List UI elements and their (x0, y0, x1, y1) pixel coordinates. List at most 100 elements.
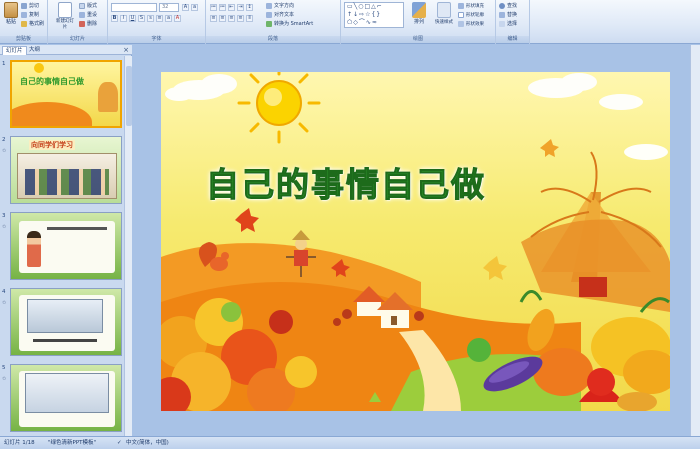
slide-thumbnail-3[interactable]: 3 ✩ (0, 212, 124, 284)
copy-button[interactable]: 复制 (21, 11, 39, 19)
font-size-box[interactable]: 32 (159, 3, 179, 12)
quick-styles-button[interactable]: 快速样式 (431, 2, 457, 26)
replace-icon (499, 11, 505, 18)
thumbnail-girl (27, 231, 41, 267)
slide-number: 1 (2, 61, 6, 67)
smartart-button[interactable]: 转换为 SmartArt (266, 20, 313, 28)
decrease-indent-icon[interactable]: ⇤ (228, 4, 235, 11)
slide-thumbnail-5[interactable]: 5 ✩ (0, 364, 124, 436)
shrink-font-icon[interactable]: a (191, 4, 198, 11)
thumbnail-scrollbar[interactable] (124, 56, 132, 436)
replace-button[interactable]: 替换 (499, 11, 517, 19)
thumbnail-image: 向同学们学习 (10, 136, 122, 204)
slide-title[interactable]: 自己的事情自己做 (201, 158, 491, 206)
clipboard-group: 粘贴 剪切 复制 格式刷 剪贴板 (0, 0, 48, 44)
underline-icon[interactable]: U (129, 15, 136, 22)
italic-icon[interactable]: I (120, 15, 127, 22)
tab-slides[interactable]: 幻灯片 (2, 46, 27, 55)
char-spacing-icon[interactable]: ≡ (156, 15, 163, 22)
scrollbar-thumb[interactable] (126, 66, 132, 126)
editing-label: 编辑 (496, 36, 529, 43)
slide-number: 5 (2, 365, 6, 371)
scissors-icon (21, 2, 27, 9)
align-left-icon[interactable]: ≡ (210, 15, 217, 22)
arrange-button[interactable]: 排列 (409, 2, 429, 25)
thumbnail-people (25, 169, 109, 195)
current-slide[interactable]: 自己的事情自己做 (161, 72, 670, 411)
columns-icon[interactable]: ⫴ (246, 15, 253, 22)
thumbnail-picture (27, 299, 103, 333)
align-text-icon (266, 11, 272, 18)
layout-button[interactable]: 版式 (79, 2, 97, 10)
effects-icon (458, 20, 464, 27)
select-button[interactable]: 选择 (499, 20, 517, 28)
copy-icon (21, 11, 27, 18)
fill-icon (458, 2, 464, 9)
thumbnail-picture (25, 373, 109, 413)
tab-outline[interactable]: 大纲 (26, 46, 43, 55)
font-family-box[interactable] (111, 3, 157, 12)
thumbnail-image: 自己的事情自己做 (10, 60, 122, 128)
drawing-group: ▭╲○□△⌐ ↑↓⇨☆{} ⬠◇⌒∿≈ 排列 快速样式 形状填充 形状轮廓 形状效果… (341, 0, 496, 44)
animation-star-icon: ✩ (2, 376, 7, 382)
font-color-icon[interactable]: A (174, 15, 181, 22)
outline-icon (458, 11, 464, 18)
thumbnail-text (33, 339, 97, 342)
thumbnail-title: 向同学们学习 (29, 140, 75, 150)
bold-icon[interactable]: B (111, 15, 118, 22)
text-direction-button[interactable]: 文字方向 (266, 2, 294, 10)
slide-counter: 幻灯片 1/18 (4, 440, 35, 446)
editor-scrollbar[interactable] (690, 45, 700, 436)
status-bar: 幻灯片 1/18 "绿色清新PPT模板" ✓ 中文(简体，中国) (0, 436, 700, 449)
shape-effects-button[interactable]: 形状效果 (458, 20, 484, 28)
thumbnail-image (10, 288, 122, 356)
grow-font-icon[interactable]: A (182, 4, 189, 11)
new-slide-icon (58, 2, 72, 18)
arrange-icon (412, 2, 426, 18)
cut-button[interactable]: 剪切 (21, 2, 39, 10)
format-painter-button[interactable]: 格式刷 (21, 20, 44, 28)
select-icon (499, 20, 505, 27)
shadow-icon[interactable]: s (147, 15, 154, 22)
change-case-icon[interactable]: a (165, 15, 172, 22)
align-right-icon[interactable]: ≡ (228, 15, 235, 22)
language-indicator[interactable]: 中文(简体，中国) (126, 437, 169, 449)
numbering-icon[interactable]: ≔ (219, 4, 226, 11)
shape-outline-button[interactable]: 形状轮廓 (458, 11, 484, 19)
slide-thumbnail-4[interactable]: 4 ✩ (0, 288, 124, 360)
shape-fill-button[interactable]: 形状填充 (458, 2, 484, 10)
close-icon[interactable]: × (123, 46, 129, 54)
slide-thumbnail-1[interactable]: 1 自己的事情自己做 (0, 60, 124, 132)
paste-icon (4, 2, 18, 18)
paste-button[interactable]: 粘贴 (2, 2, 20, 25)
font-group: 32 A a B I U S s ≡ a A 字体 (108, 0, 206, 44)
paragraph-label: 段落 (206, 36, 340, 43)
align-center-icon[interactable]: ≡ (219, 15, 226, 22)
delete-slide-button[interactable]: 删除 (79, 20, 97, 28)
align-text-button[interactable]: 对齐文本 (266, 11, 294, 19)
font-label: 字体 (108, 36, 205, 43)
strikethrough-icon[interactable]: S (138, 15, 145, 22)
shapes-gallery[interactable]: ▭╲○□△⌐ ↑↓⇨☆{} ⬠◇⌒∿≈ (344, 2, 404, 28)
editing-group: 查找 替换 选择 编辑 (496, 0, 530, 44)
slides-label: 幻灯片 (48, 36, 107, 43)
slide-thumbnail-2[interactable]: 2 ✩ 向同学们学习 (0, 136, 124, 208)
find-button[interactable]: 查找 (499, 2, 517, 10)
thumbnail-image (10, 212, 122, 280)
quick-styles-icon (437, 2, 451, 18)
line-spacing-icon[interactable]: ↕ (246, 4, 253, 11)
spellcheck-icon[interactable]: ✓ (117, 437, 122, 449)
slide-artwork (161, 72, 670, 411)
animation-star-icon: ✩ (2, 224, 7, 230)
justify-icon[interactable]: ≡ (237, 15, 244, 22)
slide-number: 3 (2, 213, 6, 219)
increase-indent-icon[interactable]: ⇥ (237, 4, 244, 11)
find-icon (499, 2, 505, 9)
new-slide-button[interactable]: 新建幻灯片 (54, 2, 76, 31)
slide-editor: 自己的事情自己做 (133, 45, 700, 436)
thumbnail-hill (12, 102, 92, 126)
reset-button[interactable]: 重设 (79, 11, 97, 19)
brush-icon (21, 20, 27, 27)
drawing-label: 绘图 (341, 36, 495, 43)
bullets-icon[interactable]: ≔ (210, 4, 217, 11)
